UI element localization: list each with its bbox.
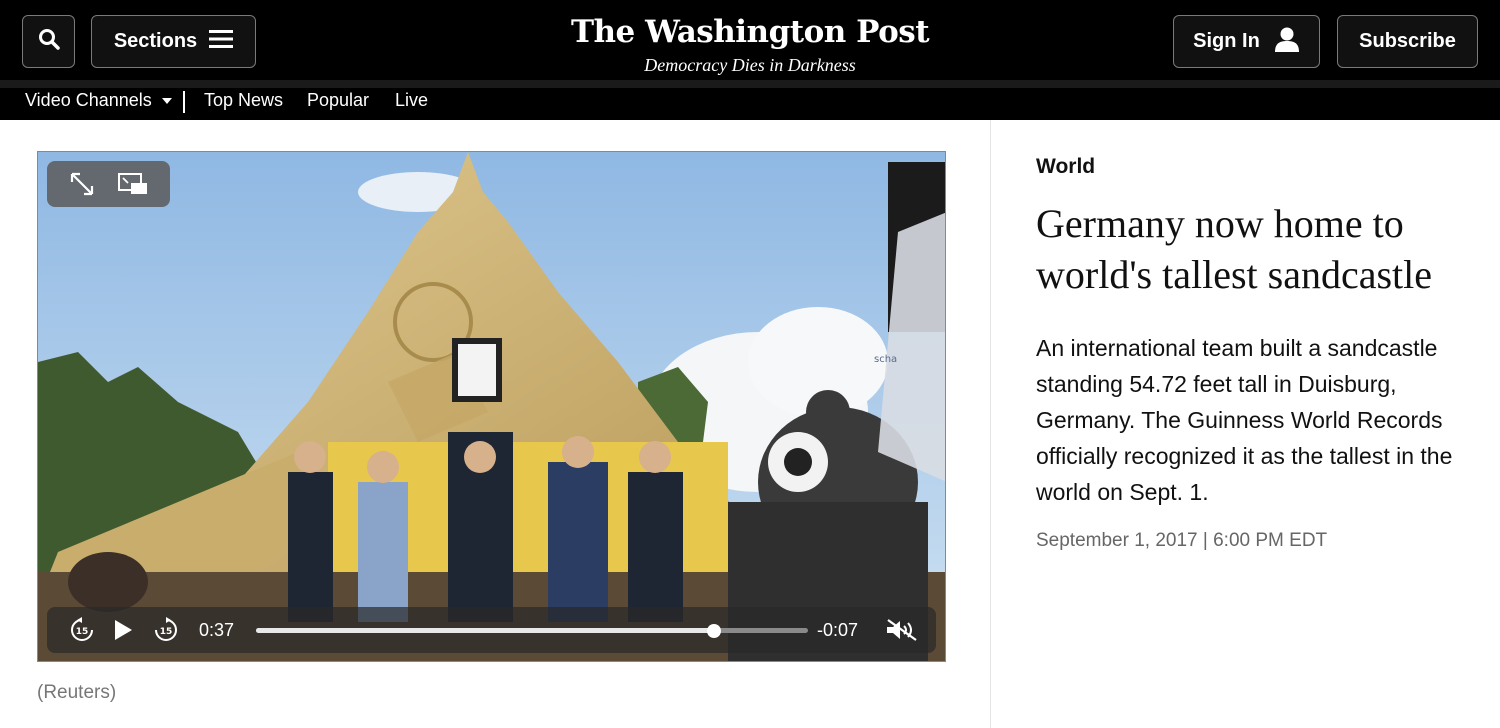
remaining-time: -0:07	[817, 619, 859, 640]
nav-top-news[interactable]: Top News	[204, 90, 283, 111]
sign-in-label: Sign In	[1193, 30, 1260, 52]
sections-button[interactable]: Sections	[91, 15, 256, 68]
forward-15-icon: 15	[155, 617, 177, 641]
caret-down-icon	[161, 98, 172, 105]
playback-controls: 15 15 0:37 -0:07	[47, 607, 936, 653]
search-button[interactable]	[22, 15, 75, 68]
video-tools	[47, 161, 170, 207]
skip-forward-button[interactable]: 15	[153, 607, 179, 653]
column-divider	[990, 120, 991, 728]
site-logo[interactable]: The Washington Post	[560, 10, 940, 54]
nav-video-channels[interactable]: Video Channels	[25, 90, 172, 111]
user-icon	[1274, 26, 1300, 58]
progress-knob[interactable]	[707, 624, 722, 638]
skip-forward-label: 15	[160, 627, 173, 637]
nav-popular[interactable]: Popular	[307, 90, 369, 111]
progress-fill	[256, 628, 715, 633]
video-credit: (Reuters)	[37, 682, 117, 703]
fullscreen-button[interactable]	[69, 171, 95, 197]
play-button[interactable]	[113, 607, 133, 653]
expand-icon	[69, 171, 95, 197]
article-dateline: September 1, 2017 | 6:00 PM EDT	[1036, 530, 1328, 551]
article-headline: Germany now home to world's tallest sand…	[1036, 201, 1432, 297]
skip-back-button[interactable]: 15	[69, 607, 95, 653]
skip-back-label: 15	[76, 627, 89, 637]
muted-speaker-icon	[887, 619, 917, 641]
elapsed-time: 0:37	[199, 619, 235, 640]
masthead[interactable]: The Washington Post Democracy Dies in Da…	[560, 10, 940, 76]
site-tagline: Democracy Dies in Darkness	[644, 55, 856, 75]
banner-text: scha	[874, 354, 897, 365]
play-icon	[115, 620, 132, 640]
progress-slider[interactable]	[256, 624, 808, 638]
sections-label: Sections	[113, 30, 198, 52]
hamburger-icon	[209, 29, 234, 55]
nav-divider	[183, 91, 185, 113]
section-kicker[interactable]: World	[1036, 155, 1095, 179]
rewind-15-icon: 15	[71, 617, 93, 641]
video-frame: scha	[38, 152, 945, 661]
video-subnav: Video Channels Top News Popular Live	[0, 80, 1500, 120]
subscribe-button[interactable]: Subscribe	[1337, 15, 1478, 68]
pip-icon	[118, 173, 148, 195]
search-icon	[37, 27, 61, 57]
mute-button[interactable]	[885, 607, 919, 653]
nav-live[interactable]: Live	[395, 90, 428, 111]
article-blurb: An international team built a sandcastle…	[1036, 335, 1453, 505]
site-header: Sections The Washington Post Democracy D…	[0, 0, 1500, 80]
video-player[interactable]: scha 15 15 0:37 -0:07	[37, 151, 946, 662]
nav-video-channels-label: Video Channels	[25, 90, 152, 110]
sign-in-button[interactable]: Sign In	[1173, 15, 1320, 68]
picture-in-picture-button[interactable]	[118, 173, 148, 195]
